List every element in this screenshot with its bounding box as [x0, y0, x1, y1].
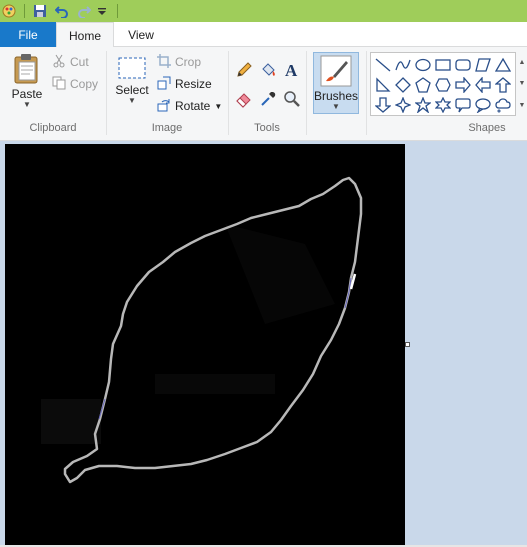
paste-button[interactable]: Paste ▼ [8, 53, 46, 109]
scissors-icon [52, 54, 66, 71]
brushes-button[interactable]: Brushes ▼ [313, 52, 359, 114]
svg-text:A: A [285, 61, 298, 79]
diamond-shape-icon[interactable] [393, 75, 413, 95]
triangle-shape-icon[interactable] [493, 55, 513, 75]
cloud-callout-shape-icon[interactable] [493, 95, 513, 115]
rounded-rectangle-shape-icon[interactable] [453, 55, 473, 75]
chevron-up-icon[interactable]: ▲ [519, 59, 526, 66]
pencil-icon[interactable] [233, 59, 255, 81]
rectangle-shape-icon[interactable] [433, 55, 453, 75]
undo-icon[interactable] [54, 3, 70, 19]
select-rectangle-icon [118, 57, 146, 79]
title-bar [0, 0, 527, 22]
six-point-star-shape-icon[interactable] [433, 95, 453, 115]
chevron-down-icon: ▼ [332, 102, 340, 111]
rotate-icon [157, 98, 171, 115]
quick-access-separator [24, 4, 25, 18]
oval-shape-icon[interactable] [413, 55, 433, 75]
line-shape-icon[interactable] [373, 55, 393, 75]
hexagon-shape-icon[interactable] [433, 75, 453, 95]
quick-access-separator [117, 4, 118, 18]
pentagon-shape-icon[interactable] [413, 75, 433, 95]
chevron-down-icon[interactable]: ▼ [519, 80, 526, 87]
canvas-workspace [0, 141, 527, 547]
select-button[interactable]: Select ▼ [114, 55, 150, 105]
customize-dropdown-icon[interactable] [96, 3, 108, 19]
resize-button[interactable]: Resize [157, 74, 212, 94]
tab-file[interactable]: File [0, 22, 56, 47]
copy-icon [52, 76, 66, 93]
crop-icon [157, 53, 171, 71]
rotate-label: Rotate [175, 99, 211, 113]
down-arrow-shape-icon[interactable] [373, 95, 393, 115]
canvas-resize-handle-right[interactable] [405, 342, 410, 347]
brushes-label: Brushes [313, 89, 359, 103]
magnifier-icon[interactable] [281, 88, 303, 110]
color-picker-icon[interactable] [257, 88, 279, 110]
ribbon-home: Paste ▼ Cut Copy Clipboard Select ▼ Crop… [0, 47, 527, 141]
copy-label: Copy [70, 77, 99, 91]
oval-callout-shape-icon[interactable] [473, 95, 493, 115]
text-icon[interactable]: A [281, 59, 303, 81]
eraser-icon[interactable] [233, 88, 255, 110]
group-separator [306, 51, 307, 135]
chevron-down-icon: ▼ [23, 100, 31, 109]
rotate-button[interactable]: Rotate ▼ [157, 96, 222, 116]
cut-label: Cut [70, 55, 89, 69]
left-arrow-shape-icon[interactable] [473, 75, 493, 95]
clipboard-group-label: Clipboard [29, 122, 77, 134]
cut-button[interactable]: Cut [52, 52, 89, 72]
image-group-label: Image [151, 122, 183, 134]
drawing-canvas[interactable] [5, 144, 405, 547]
right-triangle-shape-icon[interactable] [373, 75, 393, 95]
polygon-shape-icon[interactable] [473, 55, 493, 75]
select-label: Select [115, 83, 149, 97]
ribbon-tab-row: File Home View [0, 22, 527, 48]
crop-button[interactable]: Crop [157, 52, 201, 72]
fill-bucket-icon[interactable] [257, 59, 279, 81]
crop-label: Crop [175, 55, 202, 69]
tab-home[interactable]: Home [56, 22, 114, 48]
chevron-down-icon: ▼ [214, 101, 223, 111]
tab-view[interactable]: View [114, 22, 168, 48]
paint-app-icon[interactable] [2, 3, 16, 19]
group-separator [366, 51, 367, 135]
more-icon[interactable]: ▼ [519, 102, 526, 109]
tools-group-label: Tools [254, 122, 280, 134]
resize-icon [157, 76, 171, 93]
copy-button[interactable]: Copy [52, 74, 98, 94]
redo-icon[interactable] [76, 3, 92, 19]
rounded-callout-shape-icon[interactable] [453, 95, 473, 115]
five-point-star-shape-icon[interactable] [413, 95, 433, 115]
brush-icon [320, 55, 352, 87]
shapes-group-label: Shapes [468, 122, 506, 134]
paste-label: Paste [11, 87, 43, 101]
paste-icon [14, 54, 38, 84]
resize-label: Resize [175, 77, 212, 91]
leaf-outline-drawing [41, 176, 363, 484]
curve-shape-icon[interactable] [393, 55, 413, 75]
shapes-gallery [370, 52, 516, 116]
shapes-scroll-buttons[interactable]: ▲ ▼ ▼ [517, 52, 527, 116]
save-icon[interactable] [32, 3, 48, 19]
up-arrow-shape-icon[interactable] [493, 75, 513, 95]
four-point-star-shape-icon[interactable] [393, 95, 413, 115]
right-arrow-shape-icon[interactable] [453, 75, 473, 95]
chevron-down-icon: ▼ [128, 96, 136, 105]
